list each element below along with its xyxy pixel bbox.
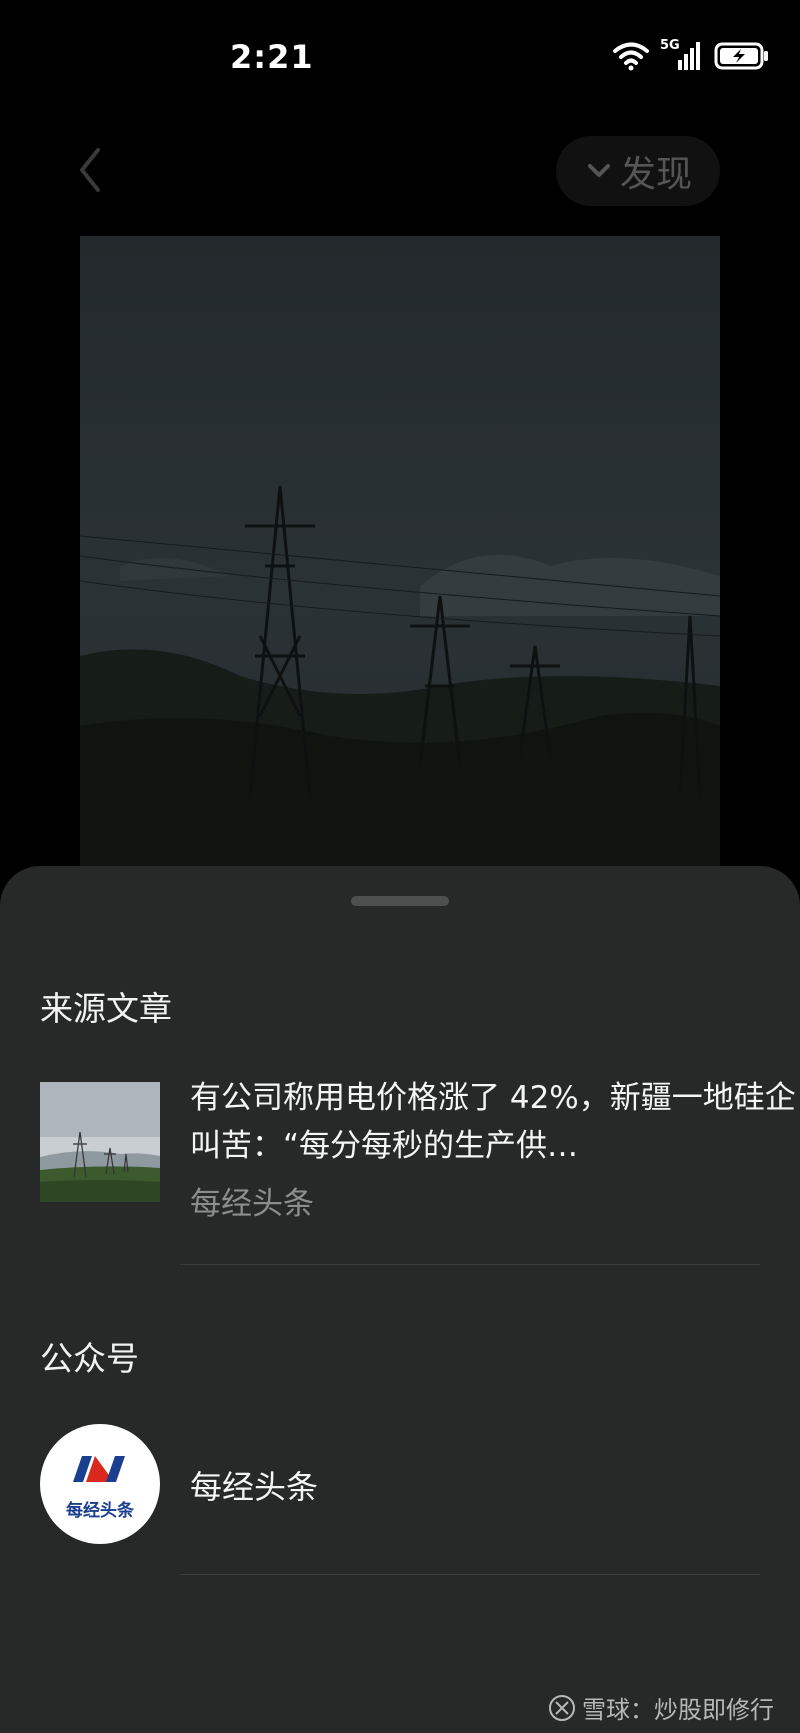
- top-nav: 发现: [0, 130, 800, 210]
- wifi-icon: [613, 42, 649, 71]
- discover-button[interactable]: 发现: [556, 136, 720, 206]
- back-button[interactable]: [70, 140, 120, 200]
- account-logo: 每经头条: [40, 1424, 160, 1544]
- xueqiu-logo-icon: [549, 1694, 575, 1721]
- article-thumbnail: [40, 1082, 160, 1202]
- divider: [180, 1574, 760, 1575]
- bottom-sheet: 来源文章 有公司称用电价格涨了 42%，新疆一地硅企叫苦：“每分每秒的生产供… …: [0, 866, 800, 1733]
- status-bar: 2:21 5G: [0, 0, 800, 120]
- article-photo: [80, 236, 720, 876]
- account-name: 每经头条: [190, 1468, 319, 1506]
- chevron-left-icon: [80, 148, 100, 192]
- sheet-drag-handle[interactable]: [351, 896, 449, 906]
- watermark: 雪球：炒股即修行: [548, 1690, 774, 1725]
- divider: [180, 1264, 760, 1265]
- watermark-text: 雪球：炒股即修行: [582, 1696, 774, 1724]
- article-source: 每经头条: [190, 1186, 314, 1222]
- account-logo-text: 每经头条: [66, 1501, 134, 1521]
- status-icons: 5G: [612, 38, 770, 72]
- chevron-down-icon: [587, 164, 610, 177]
- official-account-item[interactable]: 每经头条 每经头条: [40, 1424, 760, 1548]
- battery-charging-icon: [714, 42, 768, 70]
- discover-label: 发现: [619, 154, 692, 195]
- source-article-item[interactable]: 有公司称用电价格涨了 42%，新疆一地硅企叫苦：“每分每秒的生产供… 每经头条: [40, 1074, 796, 1224]
- status-time: 2:21: [230, 38, 314, 76]
- official-account-section-title: 公众号: [40, 1339, 139, 1378]
- signal-icon: 5G: [660, 38, 704, 72]
- source-article-section-title: 来源文章: [40, 989, 172, 1028]
- article-title: 有公司称用电价格涨了 42%，新疆一地硅企叫苦：“每分每秒的生产供…: [190, 1080, 796, 1164]
